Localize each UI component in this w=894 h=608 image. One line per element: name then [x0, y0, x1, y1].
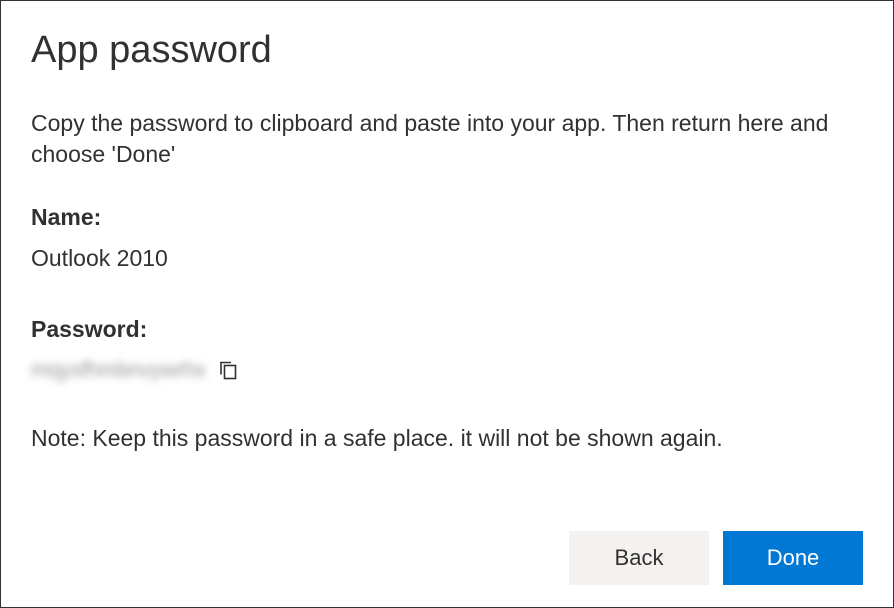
back-button[interactable]: Back [569, 531, 709, 585]
password-row: mqyxfhmbnvywrhx [31, 357, 863, 383]
button-row: Back Done [569, 531, 863, 585]
name-label: Name: [31, 204, 863, 231]
password-label: Password: [31, 316, 863, 343]
name-value: Outlook 2010 [31, 245, 863, 272]
done-button[interactable]: Done [723, 531, 863, 585]
password-value: mqyxfhmbnvywrhx [31, 357, 206, 383]
instruction-text: Copy the password to clipboard and paste… [31, 108, 863, 170]
note-text: Note: Keep this password in a safe place… [31, 423, 863, 454]
copy-icon[interactable] [216, 358, 240, 382]
app-password-panel: App password Copy the password to clipbo… [0, 0, 894, 608]
page-title: App password [31, 29, 863, 72]
